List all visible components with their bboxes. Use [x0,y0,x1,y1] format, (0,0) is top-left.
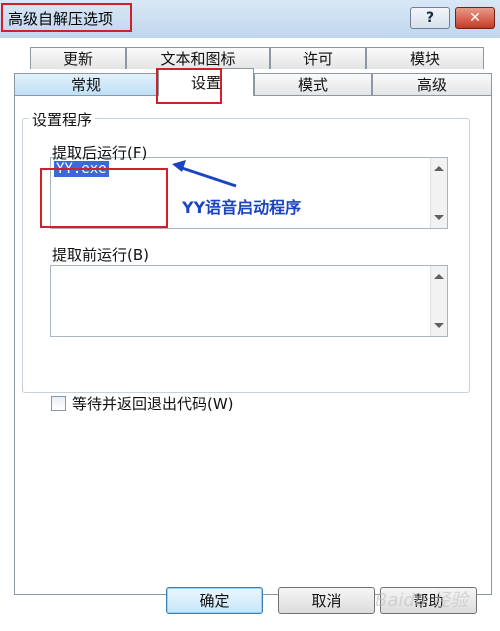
cancel-button[interactable]: 取消 [278,587,375,614]
help-button[interactable]: ? [410,7,450,29]
annotation-text: YY语音启动程序 [182,198,302,217]
watermark-text: Baidu 经验 [375,590,468,611]
dialog-client-area: 更新 文本和图标 许可 模块 常规 设置 模式 高级 设置程序 提取后运行(F)… [0,38,500,631]
ok-button[interactable]: 确定 [166,587,263,614]
title-bar: 高级自解压选项 ? ✕ [0,0,500,39]
wait-exit-code-checkbox[interactable] [51,396,66,411]
close-button[interactable]: ✕ [455,7,495,29]
annotation-arrow-icon [172,160,237,188]
dialog-window: 高级自解压选项 ? ✕ 更新 文本和图标 许可 模块 常规 设置 模式 高级 设… [0,0,500,631]
wait-exit-code-option[interactable]: 等待并返回退出代码(W) [51,393,234,414]
title-highlight-box [1,3,132,32]
wait-exit-code-label: 等待并返回退出代码(W) [72,395,234,413]
